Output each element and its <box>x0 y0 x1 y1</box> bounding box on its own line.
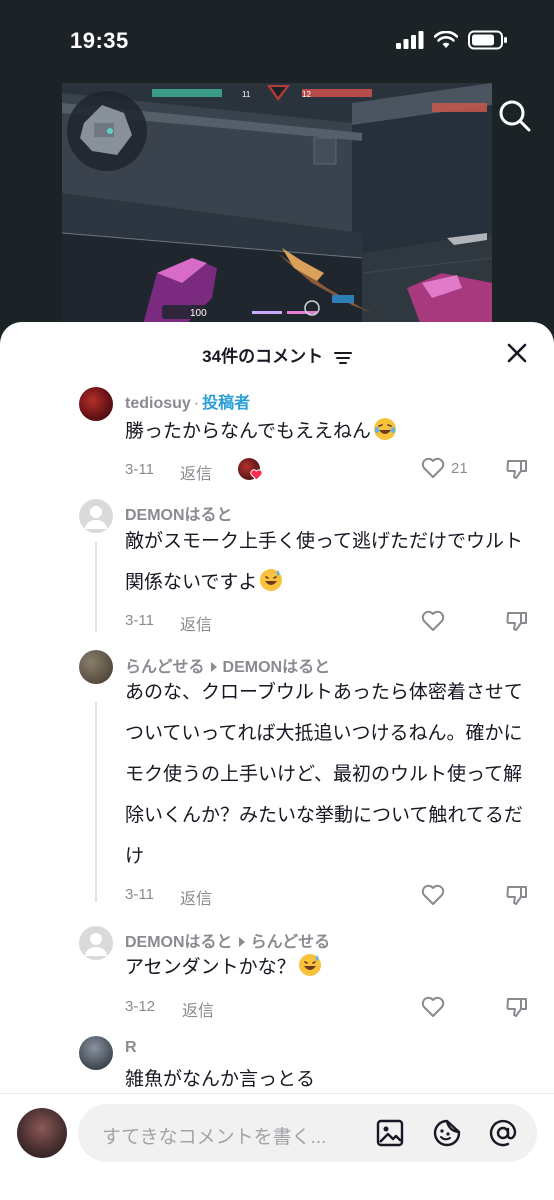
dislike-icon[interactable] <box>505 457 529 481</box>
reply-button[interactable]: 返信 <box>182 997 214 1021</box>
image-icon[interactable] <box>375 1118 405 1148</box>
hud-right-score: 12 <box>302 90 311 99</box>
avatar[interactable] <box>79 1036 113 1070</box>
video-player[interactable]: 11 12 100 <box>62 83 492 328</box>
comment-text: あのな、クローブウルトあったら体密着させてついていってれば大抵追いつけるねん。確… <box>125 682 523 867</box>
comment-username[interactable]: tediosuy · 投稿者 <box>125 389 250 413</box>
dislike-icon[interactable] <box>505 609 529 633</box>
comment-date: 3-11 <box>125 886 154 903</box>
status-bar: 19:35 <box>0 0 554 80</box>
avatar[interactable] <box>79 650 113 684</box>
comment-sheet-header: 34件のコメント <box>0 322 554 382</box>
mention-icon[interactable] <box>488 1118 518 1148</box>
comment-text: アセンダントかな？ <box>125 947 535 988</box>
reply-arrow-icon <box>210 662 217 673</box>
hud-health: 100 <box>190 308 207 319</box>
status-icons <box>396 30 508 50</box>
reply-thread-line <box>95 702 97 902</box>
search-icon[interactable] <box>497 98 533 134</box>
hud-left-score: 11 <box>242 90 251 99</box>
heart-outline-icon[interactable] <box>421 884 445 906</box>
reply-button[interactable]: 返信 <box>180 611 212 635</box>
reply-arrow-icon <box>238 937 245 948</box>
dislike-icon[interactable] <box>505 995 529 1019</box>
comment-count-title[interactable]: 34件のコメント <box>0 342 554 367</box>
avatar[interactable] <box>79 387 113 421</box>
author-badge: 投稿者 <box>202 395 251 412</box>
comment-date: 3-11 <box>125 612 154 629</box>
heart-outline-icon[interactable] <box>421 996 445 1018</box>
avatar[interactable] <box>79 926 113 960</box>
comment-input-bar: すてきなコメントを書く... <box>0 1093 554 1200</box>
heart-icon <box>250 469 263 481</box>
grinning-sweat-emoji-icon <box>298 954 321 976</box>
heart-outline-icon <box>421 457 445 478</box>
sort-icon[interactable] <box>333 351 352 365</box>
like-button[interactable]: 21 <box>421 457 468 479</box>
creator-liked-badge <box>238 458 263 482</box>
sticker-icon[interactable] <box>432 1118 462 1148</box>
default-avatar-icon <box>85 933 107 956</box>
avatar[interactable] <box>79 499 113 533</box>
comment-sheet: 34件のコメント tediosuy · 投稿者 勝ったからなんでもええねん 3-11… <box>0 322 554 1200</box>
comment-date: 3-12 <box>125 998 156 1015</box>
dislike-icon[interactable] <box>505 883 529 907</box>
grinning-sweat-emoji-icon <box>260 569 283 591</box>
comment-date: 3-11 <box>125 461 154 478</box>
like-count: 21 <box>451 459 468 477</box>
wifi-icon <box>434 31 458 48</box>
laughing-tears-emoji-icon <box>374 418 397 440</box>
reply-button[interactable]: 返信 <box>180 885 212 909</box>
default-avatar-icon <box>85 506 107 529</box>
gameplay-frame: 11 12 100 <box>62 83 492 328</box>
heart-outline-icon[interactable] <box>421 610 445 632</box>
cellular-signal-icon <box>396 31 424 49</box>
reply-button[interactable]: 返信 <box>180 460 212 484</box>
comment-input[interactable]: すてきなコメントを書く... <box>78 1104 537 1162</box>
battery-icon <box>468 30 507 50</box>
my-avatar <box>17 1108 67 1158</box>
status-time: 19:35 <box>70 28 129 53</box>
comment-username[interactable]: R <box>125 1039 137 1057</box>
comment-input-placeholder: すてきなコメントを書く... <box>102 1127 327 1148</box>
reply-thread-line <box>95 542 97 632</box>
close-icon[interactable] <box>506 342 528 364</box>
comment-text: 勝ったからなんでもええねん <box>125 411 505 452</box>
comment-text: 敵がスモーク上手く使って逃げただけでウルト関係ないですよ <box>125 531 524 593</box>
comment-count-label: 34件のコメント <box>202 347 324 366</box>
